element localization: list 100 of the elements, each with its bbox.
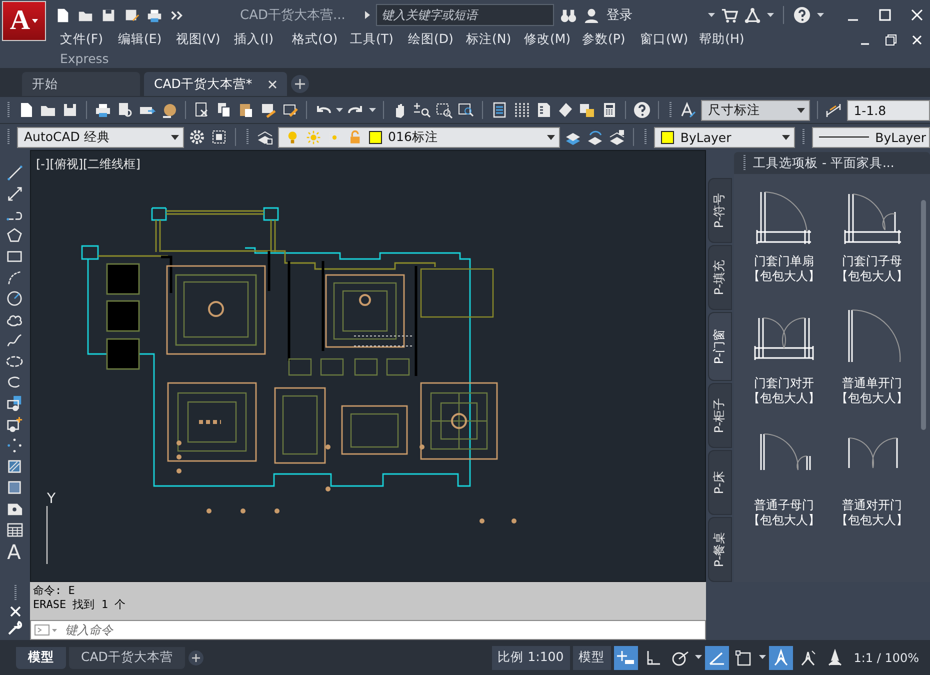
hatch-icon[interactable] [6, 458, 22, 475]
caret-icon[interactable] [336, 108, 343, 112]
angle-icon[interactable] [704, 646, 729, 670]
document-tab[interactable]: 开始 [22, 72, 140, 96]
menu-item[interactable]: 帮助(H) [699, 31, 758, 48]
viewport-label[interactable]: [-][俯视][二维线框] [36, 156, 140, 173]
tool-name[interactable]: 普通对开门 [842, 498, 902, 513]
grip-handle[interactable] [802, 128, 805, 146]
grip-handle[interactable] [7, 101, 10, 119]
snap-grid-icon[interactable] [614, 646, 638, 670]
layout-tab[interactable]: CAD干货大本营 [69, 646, 185, 668]
annotation-scale[interactable]: 1:1 / 100% [854, 650, 919, 664]
caret-icon[interactable] [767, 12, 774, 18]
sheet-set-icon[interactable] [556, 101, 574, 119]
grip-handle[interactable] [7, 128, 10, 146]
caret-icon[interactable] [32, 19, 38, 23]
palette-tab[interactable]: P-餐桌 [708, 516, 732, 582]
save-icon[interactable] [61, 101, 79, 119]
application-menu-button[interactable]: A [2, 1, 46, 41]
restore-icon[interactable] [885, 34, 897, 46]
tool-name[interactable]: 普通子母门 [754, 498, 814, 513]
gradient-icon[interactable] [6, 479, 22, 496]
palette-tab[interactable]: P-填充 [708, 245, 732, 310]
circle-icon[interactable] [6, 290, 22, 307]
make-block-icon[interactable] [6, 416, 22, 433]
tool-name[interactable]: 门套门对开 [754, 376, 814, 391]
menu-item[interactable]: 标注(N) [466, 31, 524, 48]
menu-item[interactable]: 工具(T) [350, 31, 408, 48]
gear-icon[interactable] [188, 128, 206, 146]
menu-item[interactable]: 绘图(D) [408, 31, 466, 48]
help-icon[interactable] [793, 6, 812, 24]
printer[interactable] [94, 101, 112, 119]
palette-tab[interactable]: P-符号 [708, 178, 732, 244]
tool-name[interactable]: 门套门单扇 [754, 254, 814, 269]
menu-item[interactable]: 修改(M) [524, 31, 582, 48]
print-preview[interactable] [116, 101, 134, 119]
point-icon[interactable] [6, 437, 22, 454]
line-icon[interactable] [6, 164, 22, 181]
table-icon[interactable] [6, 521, 22, 538]
menu-item[interactable]: 文件(F) [60, 31, 118, 48]
color-dropdown[interactable]: ByLayer [654, 126, 795, 148]
add-tab-icon[interactable] [291, 75, 310, 93]
search-field[interactable]: 键入关键字或短语 [376, 4, 554, 26]
linetype-dropdown[interactable]: ByLayer [812, 126, 930, 148]
annotation-visibility-icon[interactable] [768, 646, 793, 670]
maximize-icon[interactable] [879, 9, 891, 21]
layout-tab[interactable]: 模型 [16, 646, 66, 668]
globe-icon[interactable] [160, 101, 178, 119]
zoom-window-icon[interactable] [435, 101, 453, 119]
drawing-canvas[interactable]: [-][俯视][二维线框] Y [30, 150, 706, 582]
match-properties-icon[interactable] [259, 101, 277, 119]
scrollbar-thumb[interactable] [921, 200, 926, 430]
text-style-icon[interactable] [679, 101, 697, 119]
ellipse-icon[interactable] [6, 353, 22, 370]
markup-icon[interactable] [578, 101, 596, 119]
user-icon[interactable] [583, 6, 600, 24]
wrench-icon[interactable] [8, 621, 22, 635]
zoom-previous-icon[interactable] [457, 101, 475, 119]
grip-handle[interactable] [246, 128, 250, 146]
grip-handle[interactable] [669, 101, 672, 119]
tool-name[interactable]: 普通单开门 [842, 376, 902, 391]
caret-icon[interactable] [369, 108, 376, 112]
menu-item[interactable]: 窗口(W) [640, 31, 700, 48]
paste-icon[interactable] [237, 101, 255, 119]
palette-tab[interactable]: P-柜子 [708, 382, 732, 448]
help-icon[interactable] [633, 101, 651, 119]
insert-block-icon[interactable] [6, 395, 22, 412]
sign-in-button[interactable]: 登录 [606, 6, 632, 24]
construction-line-icon[interactable] [6, 185, 22, 202]
add-layout-icon[interactable] [188, 650, 204, 666]
zoom-realtime-icon[interactable] [413, 101, 431, 119]
layer-stack-icon[interactable] [608, 128, 626, 146]
rectangle-icon[interactable] [6, 248, 22, 265]
menu-item[interactable]: 参数(P) [582, 31, 640, 48]
dimension-icon[interactable] [824, 101, 843, 119]
menu-item[interactable]: 插入(I) [234, 31, 292, 48]
scale-button[interactable]: 比例 1:100 [492, 646, 570, 670]
workspace-dropdown[interactable]: AutoCAD 经典 [17, 126, 184, 148]
caret-icon[interactable] [817, 12, 824, 18]
tool-name[interactable]: 门套门子母 [842, 254, 902, 269]
caret-icon[interactable] [694, 655, 702, 660]
menu-item[interactable]: 编辑(E) [118, 31, 176, 48]
model-space-button[interactable]: 模型 [572, 646, 611, 670]
spline-icon[interactable] [6, 332, 22, 349]
terminal-icon[interactable] [34, 624, 58, 636]
caret-icon[interactable] [758, 655, 766, 660]
menu-item[interactable]: 格式(O) [292, 31, 350, 48]
close-icon[interactable] [268, 80, 278, 88]
polygon-icon[interactable] [6, 227, 22, 244]
layer-previous-icon[interactable] [586, 128, 604, 146]
text-tool-button[interactable]: A [7, 542, 21, 562]
grip-handle[interactable] [743, 154, 746, 172]
triangle-network-icon[interactable] [744, 6, 762, 24]
palette-tab[interactable]: P-门窗 [708, 312, 732, 381]
palette-tab[interactable]: P-床 [708, 450, 732, 515]
grip-handle[interactable] [644, 128, 648, 146]
caret-icon[interactable] [708, 12, 716, 18]
document-tab[interactable]: CAD干货大本营* [144, 72, 288, 96]
menu-item[interactable]: 视图(V) [176, 31, 234, 48]
dimension-style-dropdown[interactable]: 尺寸标注 [701, 100, 810, 120]
